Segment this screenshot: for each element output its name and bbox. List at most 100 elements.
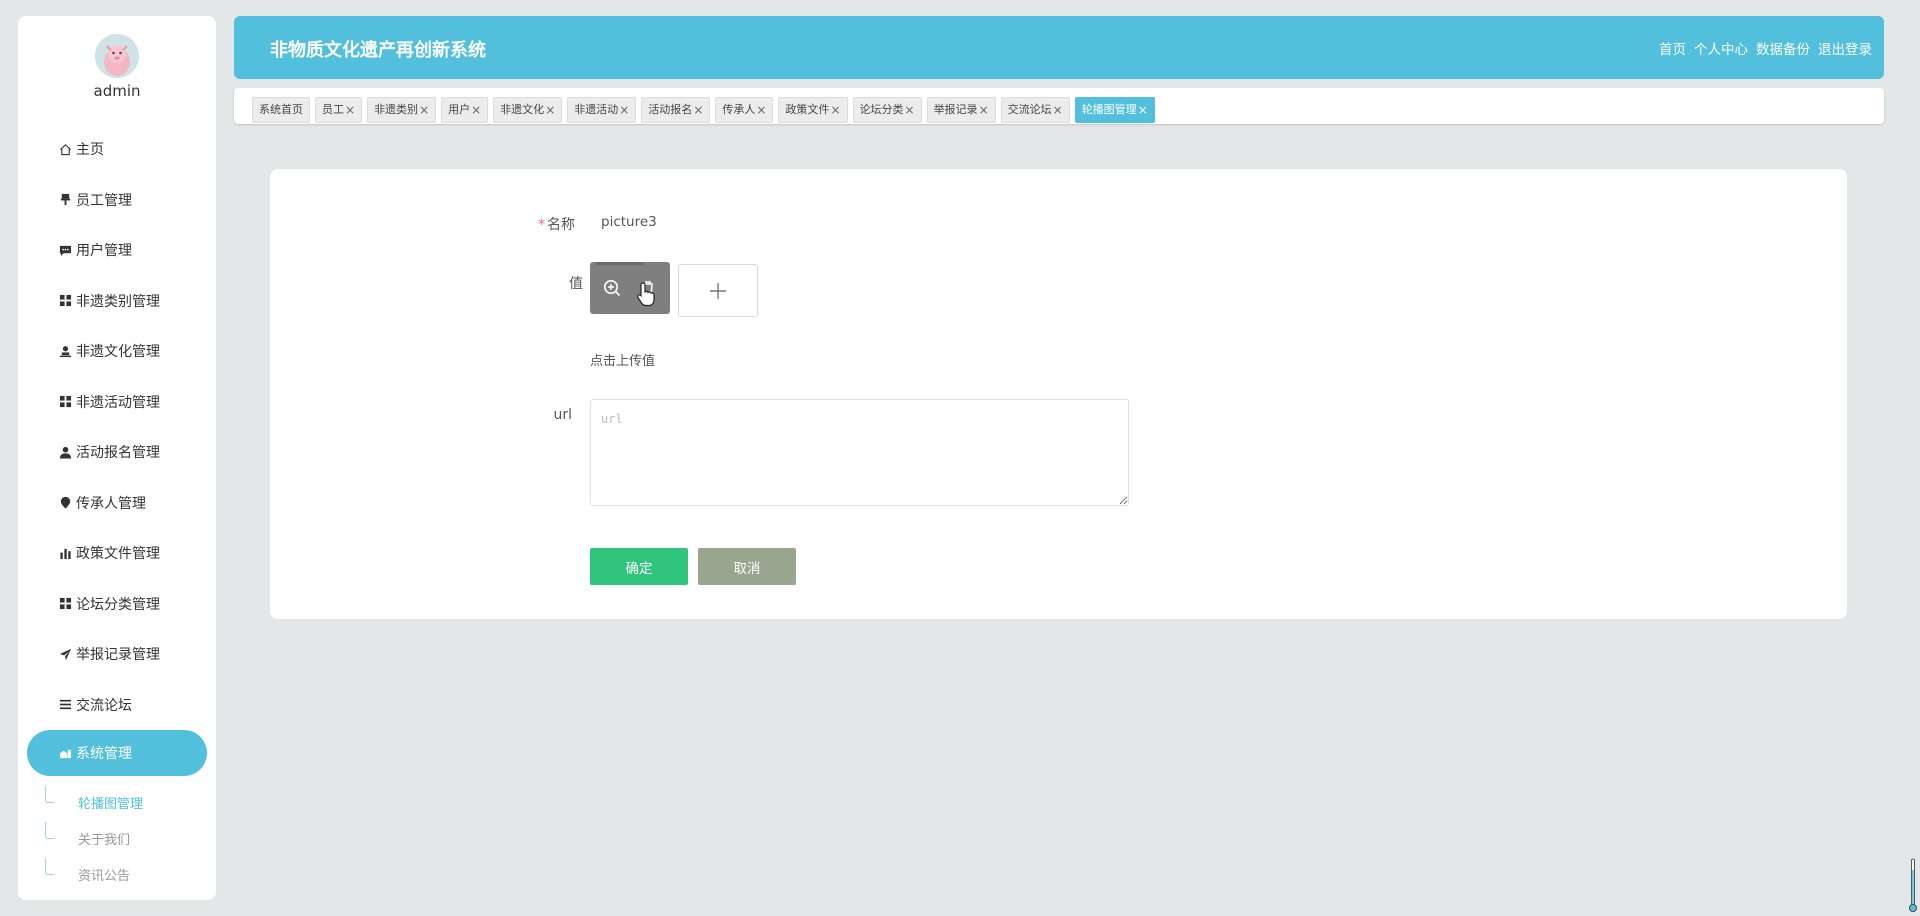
submenu-item-1[interactable]: 关于我们 — [18, 820, 216, 856]
url-textarea[interactable] — [590, 399, 1129, 506]
tab-4[interactable]: 非遗文化 × — [493, 97, 563, 123]
upload-hint: 点击上传值 — [590, 354, 656, 369]
submenu-item-0[interactable]: 轮播图管理 — [18, 784, 216, 820]
tab-5[interactable]: 非遗活动 × — [567, 97, 637, 123]
person-icon — [58, 344, 72, 358]
tab-label: 非遗类别 — [374, 103, 419, 116]
grid-icon — [58, 597, 72, 611]
sidebar-item-label: 系统管理 — [76, 746, 132, 762]
tab-label: 员工 — [322, 103, 344, 116]
sidebar-item-7[interactable]: 传承人管理 — [18, 478, 216, 529]
sidebar-item-label: 活动报名管理 — [76, 445, 160, 462]
header-nav-link-2[interactable]: 数据备份 — [1756, 38, 1810, 58]
tab-label: 交流论坛 — [1007, 103, 1052, 116]
required-mark: * — [538, 217, 545, 233]
tab-2[interactable]: 非遗类别 × — [367, 97, 437, 123]
hand-cursor-icon — [637, 282, 655, 307]
tab-label: 举报记录 — [933, 103, 978, 116]
sidebar-menu: 主页 员工管理用户管理非遗类别管理非遗文化管理非遗活动管理 活动报名管理 传承人管理政… — [18, 124, 216, 776]
tab-7[interactable]: 传承人 × — [715, 97, 774, 123]
tab-1[interactable]: 员工 × — [315, 97, 363, 123]
user-icon — [58, 445, 72, 459]
tab-3[interactable]: 用户 × — [441, 97, 489, 123]
sidebar-item-label: 传承人管理 — [76, 495, 146, 512]
sidebar-item-0[interactable]: 主页 — [18, 124, 216, 175]
sidebar-item-label: 交流论坛 — [76, 697, 132, 714]
sidebar-item-8[interactable]: 政策文件管理 — [18, 528, 216, 579]
tab-close-icon[interactable]: × — [419, 97, 429, 123]
tab-close-icon[interactable]: × — [693, 97, 703, 123]
sidebar-item-9[interactable]: 论坛分类管理 — [18, 579, 216, 630]
sidebar-item-10[interactable]: 举报记录管理 — [18, 629, 216, 680]
sidebar-submenu: 轮播图管理 关于我们 资讯公告 — [18, 784, 216, 892]
tab-close-icon[interactable]: × — [905, 97, 915, 123]
sidebar-item-label: 非遗类别管理 — [76, 293, 160, 310]
pin-icon — [58, 193, 72, 207]
home-icon — [58, 142, 72, 156]
tab-label: 非遗文化 — [500, 103, 545, 116]
tab-6[interactable]: 活动报名 × — [641, 97, 711, 123]
name-label-text: 名称 — [547, 217, 575, 233]
submenu-item-2[interactable]: 资讯公告 — [18, 856, 216, 892]
avatar-image — [95, 34, 139, 78]
sidebar-item-5[interactable]: 非遗活动管理 — [18, 377, 216, 428]
tab-close-icon[interactable]: × — [1053, 97, 1063, 123]
tab-label: 轮播图管理 — [1081, 103, 1137, 116]
settings-icon — [58, 746, 72, 760]
tab-close-icon[interactable]: × — [1138, 97, 1148, 123]
zoom-in-icon[interactable] — [602, 278, 622, 298]
tab-10[interactable]: 举报记录 × — [926, 97, 996, 123]
sidebar-item-label: 用户管理 — [76, 243, 132, 260]
tab-close-icon[interactable]: × — [830, 97, 840, 123]
name-value[interactable]: picture3 — [601, 214, 657, 230]
app-title: 非物质文化遗产再创新系统 — [270, 40, 486, 61]
bar-chart-icon — [58, 546, 72, 560]
tab-close-icon[interactable]: × — [545, 97, 555, 123]
tab-close-icon[interactable]: × — [756, 97, 766, 123]
tab-bar: 系统首页 员工 × 非遗类别 × 用户 × 非遗文化 × 非遗活动 × 活动报名 × 传承人 × 政策文件 × 论… — [234, 88, 1884, 124]
header-nav-link-0[interactable]: 首页 — [1659, 38, 1686, 58]
sidebar-item-3[interactable]: 非遗类别管理 — [18, 276, 216, 327]
tab-label: 非遗活动 — [574, 103, 619, 116]
list-icon — [58, 698, 72, 712]
name-label: * 名称 — [495, 214, 575, 234]
value-label: 值 — [569, 276, 583, 292]
sidebar-item-1[interactable]: 员工管理 — [18, 175, 216, 226]
sidebar-item-12[interactable]: 系统管理 — [27, 730, 207, 776]
tab-8[interactable]: 政策文件 × — [778, 97, 848, 123]
sidebar-item-11[interactable]: 交流论坛 — [18, 680, 216, 731]
tab-0[interactable]: 系统首页 — [252, 97, 310, 123]
tab-11[interactable]: 交流论坛 × — [1000, 97, 1070, 123]
tab-9[interactable]: 论坛分类 × — [852, 97, 922, 123]
tab-close-icon[interactable]: × — [471, 97, 481, 123]
sidebar-item-6[interactable]: 活动报名管理 — [18, 427, 216, 478]
plus-icon — [710, 282, 726, 299]
sidebar-item-label: 论坛分类管理 — [76, 596, 160, 613]
tab-close-icon[interactable]: × — [345, 97, 355, 123]
uploaded-image-thumbnail[interactable] — [590, 262, 670, 314]
chat-icon — [58, 243, 72, 257]
upload-button[interactable] — [678, 264, 758, 317]
gauge-icon — [1909, 858, 1917, 913]
tab-label: 政策文件 — [785, 103, 830, 116]
sidebar-item-2[interactable]: 用户管理 — [18, 225, 216, 276]
username: admin — [93, 82, 141, 100]
url-label: url — [553, 407, 572, 423]
cancel-button[interactable]: 取消 — [698, 548, 796, 585]
avatar[interactable] — [95, 34, 139, 78]
sidebar-item-label: 政策文件管理 — [76, 546, 160, 563]
header-nav-link-1[interactable]: 个人中心 — [1694, 38, 1748, 58]
tab-close-icon[interactable]: × — [619, 97, 629, 123]
submit-button[interactable]: 确定 — [590, 548, 688, 585]
tab-label: 系统首页 — [259, 103, 303, 116]
header-nav: 首页 个人中心 数据备份 退出登录 — [1659, 38, 1872, 58]
tab-12[interactable]: 轮播图管理 × — [1074, 97, 1155, 123]
sidebar-item-label: 非遗活动管理 — [76, 394, 160, 411]
sidebar-item-4[interactable]: 非遗文化管理 — [18, 326, 216, 377]
sidebar-item-label: 举报记录管理 — [76, 647, 160, 664]
form-card: *名称 picture3 值 点击上传值 url 确定 取消 — [270, 169, 1847, 619]
tab-close-icon[interactable]: × — [979, 97, 989, 123]
tab-label: 传承人 — [722, 103, 756, 116]
header-nav-link-3[interactable]: 退出登录 — [1818, 38, 1872, 58]
send-icon — [58, 647, 72, 661]
